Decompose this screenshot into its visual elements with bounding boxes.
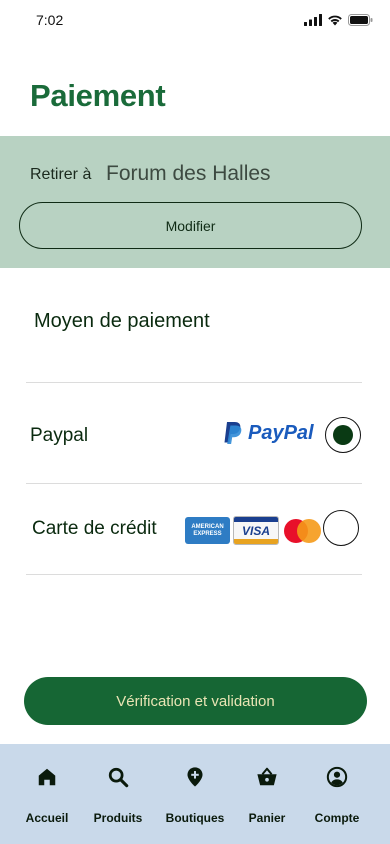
payment-option-label: Paypal [30, 425, 89, 446]
visa-logo: VISA [233, 516, 279, 545]
tab-label: Panier [248, 811, 286, 825]
pickup-store-name: Forum des Halles [106, 162, 271, 185]
status-time: 7:02 [36, 12, 64, 28]
status-icons [304, 14, 373, 26]
add-location-icon [187, 767, 203, 787]
paypal-logo: PayPal [223, 421, 314, 445]
home-icon [38, 768, 56, 786]
paypal-wordmark: PayPal [248, 421, 314, 444]
payment-option-paypal[interactable]: Paypal [0, 392, 390, 482]
card-logos: AMERICAN EXPRESS VISA [185, 516, 322, 545]
amex-logo: AMERICAN EXPRESS [185, 517, 230, 544]
tab-boutiques[interactable]: Boutiques [156, 744, 234, 844]
search-icon [108, 767, 129, 788]
basket-icon [257, 767, 277, 786]
verify-and-validate-button[interactable]: Vérification et validation [24, 677, 367, 725]
battery-icon [348, 14, 373, 26]
payment-option-label: Carte de crédit [32, 518, 157, 539]
wifi-icon [328, 15, 342, 26]
mastercard-logo [284, 518, 322, 543]
page-title: Paiement [30, 78, 166, 113]
divider [26, 574, 362, 575]
account-icon [326, 766, 348, 788]
tab-accueil[interactable]: Accueil [8, 744, 86, 844]
tab-produits[interactable]: Produits [79, 744, 157, 844]
modify-pickup-button[interactable]: Modifier [19, 202, 362, 249]
tab-label: Boutiques [165, 811, 225, 825]
divider [26, 382, 362, 383]
tab-label: Accueil [25, 811, 69, 825]
bottom-tab-bar: Accueil Produits Boutiques Panier Compte [0, 744, 390, 844]
signal-icon [304, 14, 322, 26]
radio-selected-dot [333, 425, 353, 445]
payment-method-title: Moyen de paiement [34, 310, 210, 332]
pickup-panel: Retirer à Forum des Halles Modifier [0, 136, 390, 268]
paypal-p-icon [224, 422, 242, 444]
credit-card-radio[interactable] [323, 510, 359, 546]
tab-compte[interactable]: Compte [298, 744, 376, 844]
tab-label: Produits [93, 811, 143, 825]
tab-panier[interactable]: Panier [228, 744, 306, 844]
pickup-label: Retirer à [30, 166, 92, 183]
paypal-radio[interactable] [325, 417, 361, 453]
status-bar: 7:02 [0, 0, 390, 40]
tab-label: Compte [314, 811, 360, 825]
